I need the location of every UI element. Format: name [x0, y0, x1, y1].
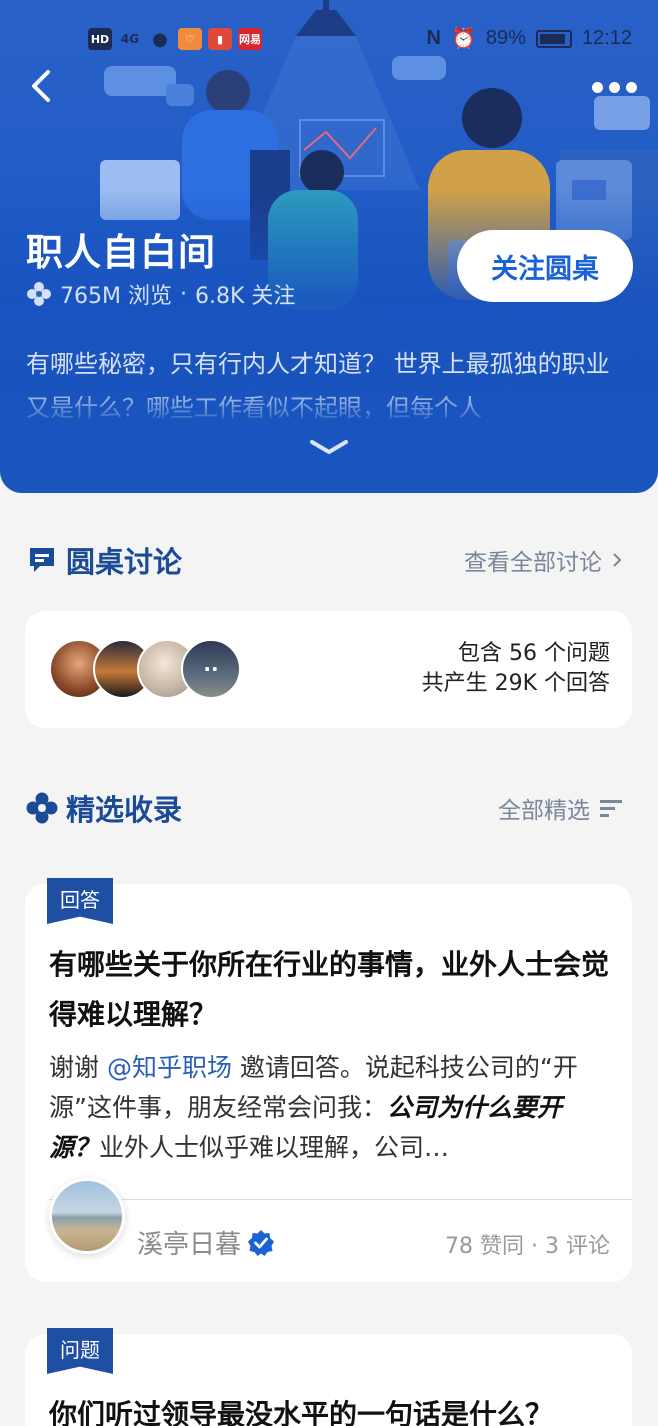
wechat-icon: ●: [152, 28, 168, 50]
views-count: 765M 浏览: [60, 284, 172, 309]
more-dot-icon: [626, 81, 637, 93]
all-featured-link[interactable]: 全部精选: [498, 791, 622, 825]
more-dot-icon: [592, 81, 603, 93]
app-icon: ♡: [178, 28, 202, 50]
participant-avatars: ··: [49, 639, 249, 699]
more-button[interactable]: [592, 78, 642, 96]
answer-meta: 78 赞同 · 3 评论: [445, 1234, 610, 1259]
view-all-discussions-link[interactable]: 查看全部讨论: [464, 543, 622, 577]
followers-count: 6.8K 关注: [194, 284, 296, 309]
discussion-summary-card[interactable]: ·· 包含 56 个问题 共产生 29K 个回答: [25, 611, 632, 728]
book-app-icon: ▮: [208, 28, 232, 50]
more-dot-icon: [609, 81, 620, 93]
card-divider: [49, 1199, 632, 1200]
all-featured-label: 全部精选: [498, 798, 590, 824]
header-stats: 765M 浏览 · 6.8K 关注: [26, 278, 295, 310]
answer-excerpt[interactable]: 谢谢 @知乎职场 邀请回答。说起科技公司的“开源”这件事，朋友经常会问我：公司为…: [49, 1048, 609, 1168]
discussion-stats: 包含 56 个问题 共产生 29K 个回答: [422, 639, 610, 699]
questions-count: 包含 56 个问题: [458, 641, 610, 666]
answer-tag: 回答: [47, 878, 113, 924]
flower-icon: [27, 282, 51, 306]
hd-icon: HD: [88, 28, 112, 50]
question-title[interactable]: 你们听过领导最没水平的一句话是什么？: [49, 1390, 615, 1426]
author-info[interactable]: 溪亭日暮: [137, 1224, 275, 1261]
chevron-down-icon: [310, 440, 348, 454]
stats-separator: ·: [179, 281, 187, 307]
verified-badge-icon: [248, 1229, 275, 1256]
clock: 12:12: [581, 27, 632, 49]
nfc-icon: N: [426, 27, 441, 49]
excerpt-text: 业外人士似乎难以理解，公司…: [99, 1133, 450, 1162]
excerpt-text: 谢谢: [49, 1053, 107, 1082]
mention-link[interactable]: @知乎职场: [107, 1053, 232, 1082]
page-title: 职人自白间: [26, 231, 216, 274]
expand-description-button[interactable]: [308, 436, 350, 458]
question-tag: 问题: [47, 1328, 113, 1374]
discussion-icon: [30, 548, 54, 572]
author-avatar[interactable]: [49, 1178, 125, 1254]
round-table-header: HD 4G ● ♡ ▮ 网易 N ⏰ 89% 12:12 职人自白间 765M …: [0, 0, 658, 493]
author-name: 溪亭日暮: [137, 1230, 242, 1260]
netease-icon: 网易: [238, 28, 262, 50]
question-title[interactable]: 有哪些关于你所在行业的事情，业外人士会觉得难以理解？: [49, 940, 615, 1040]
featured-question-card[interactable]: 问题 你们听过领导最没水平的一句话是什么？: [25, 1328, 632, 1426]
back-button[interactable]: [22, 64, 62, 108]
chevron-right-icon: [613, 553, 622, 567]
featured-answer-card[interactable]: 回答 有哪些关于你所在行业的事情，业外人士会觉得难以理解？ 谢谢 @知乎职场 邀…: [25, 878, 632, 1282]
follow-round-table-button[interactable]: 关注圆桌: [457, 230, 633, 302]
battery-icon: [535, 29, 572, 48]
signal-4g-icon: 4G: [120, 32, 140, 46]
flower-icon: [26, 792, 58, 824]
description-fade: [0, 386, 658, 426]
featured-heading: 精选收录: [66, 793, 183, 827]
view-all-discussions-label: 查看全部讨论: [464, 550, 602, 576]
discussion-section-header: 圆桌讨论 查看全部讨论: [26, 538, 632, 582]
answers-count: 共产生 29K 个回答: [421, 671, 610, 696]
chevron-left-icon: [32, 70, 50, 102]
status-bar: HD 4G ● ♡ ▮ 网易 N ⏰ 89% 12:12: [0, 22, 658, 60]
alarm-icon: ⏰: [451, 28, 476, 50]
discussion-heading: 圆桌讨论: [66, 545, 183, 579]
battery-percent: 89%: [485, 27, 526, 49]
featured-section-header: 精选收录 全部精选: [26, 786, 632, 830]
more-avatars-icon: ··: [181, 639, 241, 699]
filter-icon: [600, 800, 622, 817]
